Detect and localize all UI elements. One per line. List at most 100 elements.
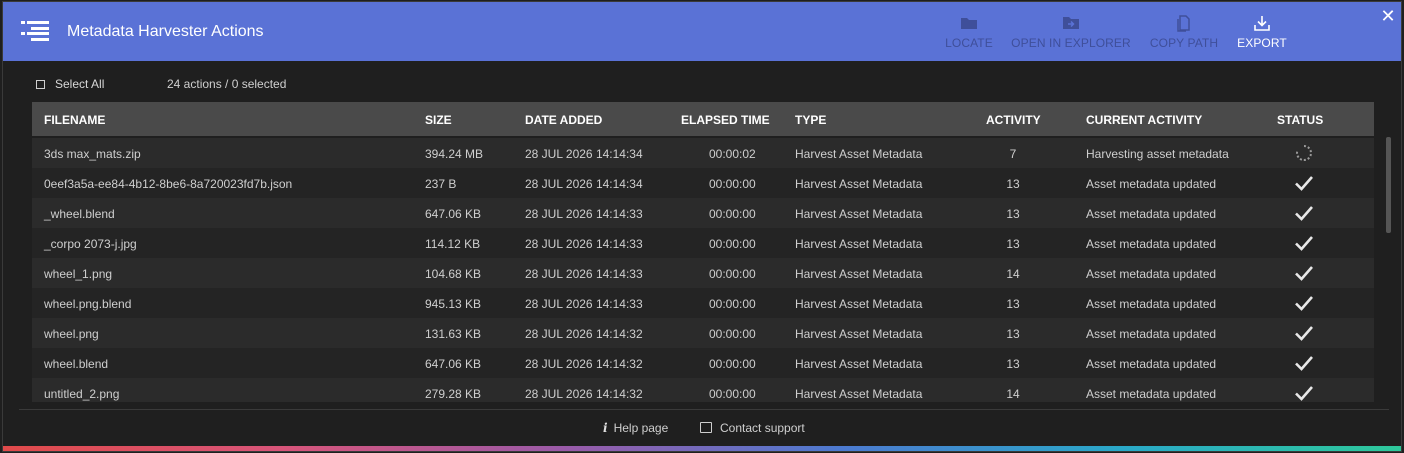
download-icon [1254, 16, 1270, 31]
accent-gradient-bar [3, 446, 1401, 451]
cell-date-added: 28 JUL 2026 14:14:34 [525, 147, 643, 161]
close-icon[interactable]: ✕ [1379, 6, 1397, 26]
cell-size: 647.06 KB [425, 357, 482, 371]
cell-elapsed-time: 00:00:00 [709, 177, 756, 191]
help-page-label: Help page [613, 421, 669, 435]
cell-type: Harvest Asset Metadata [795, 387, 923, 401]
column-header-size[interactable]: SIZE [425, 113, 452, 127]
cell-filename: _wheel.blend [44, 207, 115, 221]
table-row[interactable]: 0eef3a5a-ee84-4b12-8be6-8a720023fd7b.jso… [32, 168, 1374, 198]
table-row[interactable]: wheel.png.blend 945.13 KB 28 JUL 2026 14:1… [32, 288, 1374, 318]
cell-elapsed-time: 00:00:00 [709, 357, 756, 371]
copy-path-button[interactable]: COPY PATH [1149, 14, 1219, 54]
open-in-explorer-button[interactable]: OPEN IN EXPLORER [1011, 14, 1131, 54]
cell-filename: wheel.png [44, 327, 99, 341]
checkmark-icon [1295, 206, 1313, 221]
cell-activity: 14 [1006, 267, 1020, 281]
checkmark-icon [1295, 356, 1313, 371]
locate-button[interactable]: LOCATE [944, 14, 994, 54]
select-all-checkbox[interactable] [36, 80, 45, 89]
cell-size: 114.12 KB [425, 237, 481, 251]
title-bar: Metadata Harvester Actions LOCATE OPEN I… [3, 2, 1401, 61]
cell-current-activity: Asset metadata updated [1086, 237, 1217, 251]
copy-path-label: COPY PATH [1149, 36, 1219, 50]
contact-support-link[interactable]: Contact support [700, 421, 805, 435]
cell-date-added: 28 JUL 2026 14:14:32 [525, 387, 643, 401]
footer-divider [19, 409, 1389, 410]
cell-elapsed-time: 00:00:00 [709, 297, 756, 311]
cell-current-activity: Asset metadata updated [1086, 177, 1217, 191]
table-row[interactable]: wheel.png 131.63 KB 28 JUL 2026 14:14:32 00… [32, 318, 1374, 348]
column-header-status[interactable]: STATUS [1277, 113, 1323, 127]
column-header-date-added[interactable]: DATE ADDED [525, 113, 602, 127]
list-menu-icon[interactable] [21, 19, 49, 45]
cell-activity: 7 [1009, 147, 1017, 161]
cell-date-added: 28 JUL 2026 14:14:33 [525, 297, 643, 311]
column-header-current-activity[interactable]: CURRENT ACTIVITY [1086, 113, 1202, 127]
column-header-activity[interactable]: ACTIVITY [986, 113, 1041, 127]
checkmark-icon [1295, 266, 1313, 281]
folder-icon [961, 18, 977, 29]
select-all-label[interactable]: Select All [55, 77, 104, 91]
cell-type: Harvest Asset Metadata [795, 297, 923, 311]
export-button[interactable]: EXPORT [1236, 14, 1288, 54]
column-header-filename[interactable]: FILENAME [44, 113, 105, 127]
selection-count: 24 actions / 0 selected [167, 77, 287, 91]
cell-activity: 13 [1006, 327, 1020, 341]
vertical-scrollbar[interactable] [1386, 137, 1391, 233]
checkmark-icon [1295, 296, 1313, 311]
table-row[interactable]: wheel.blend 647.06 KB 28 JUL 2026 14:14:32… [32, 348, 1374, 378]
cell-elapsed-time: 00:00:00 [709, 267, 756, 281]
cell-filename: untitled_2.png [44, 387, 120, 401]
column-header-type[interactable]: TYPE [795, 113, 826, 127]
copy-file-icon [1177, 15, 1190, 32]
actions-table: FILENAME SIZE DATE ADDED ELAPSED TIME TY… [32, 102, 1374, 402]
cell-activity: 13 [1006, 177, 1020, 191]
cell-type: Harvest Asset Metadata [795, 357, 923, 371]
cell-size: 279.28 KB [425, 387, 482, 401]
cell-type: Harvest Asset Metadata [795, 147, 923, 161]
cell-filename: 3ds max_mats.zip [44, 147, 141, 161]
cell-elapsed-time: 00:00:02 [709, 147, 756, 161]
cell-date-added: 28 JUL 2026 14:14:32 [525, 327, 643, 341]
cell-elapsed-time: 00:00:00 [709, 327, 756, 341]
checkmark-icon [1295, 326, 1313, 341]
cell-current-activity: Asset metadata updated [1086, 357, 1217, 371]
cell-elapsed-time: 00:00:00 [709, 387, 756, 401]
cell-activity: 13 [1006, 297, 1020, 311]
cell-activity: 13 [1006, 357, 1020, 371]
cell-size: 104.68 KB [425, 267, 482, 281]
table-row[interactable]: _wheel.blend 647.06 KB 28 JUL 2026 14:14:3… [32, 198, 1374, 228]
cell-size: 237 B [425, 177, 457, 191]
folder-open-arrow-icon [1063, 17, 1079, 29]
table-row[interactable]: wheel_1.png 104.68 KB 28 JUL 2026 14:14:33… [32, 258, 1374, 288]
open-in-explorer-label: OPEN IN EXPLORER [1011, 36, 1131, 50]
cell-current-activity: Asset metadata updated [1086, 297, 1217, 311]
cell-elapsed-time: 00:00:00 [709, 237, 756, 251]
cell-date-added: 28 JUL 2026 14:14:33 [525, 237, 643, 251]
table-row[interactable]: _corpo 2073-j.jpg 114.12 KB 28 JUL 2026 14… [32, 228, 1374, 258]
checkmark-icon [1295, 386, 1313, 401]
export-label: EXPORT [1237, 36, 1287, 50]
table-row[interactable]: untitled_2.png 279.28 KB 28 JUL 2026 14:14… [32, 378, 1374, 402]
cell-current-activity: Asset metadata updated [1086, 267, 1217, 281]
locate-label: LOCATE [945, 36, 993, 50]
cell-filename: wheel.blend [44, 357, 109, 371]
cell-date-added: 28 JUL 2026 14:14:33 [525, 207, 643, 221]
metadata-harvester-window: Metadata Harvester Actions LOCATE OPEN I… [2, 1, 1402, 452]
cell-filename: wheel.png.blend [44, 297, 132, 311]
cell-type: Harvest Asset Metadata [795, 177, 923, 191]
column-header-elapsed-time[interactable]: ELAPSED TIME [681, 113, 770, 127]
cell-activity: 13 [1006, 237, 1020, 251]
cell-current-activity: Asset metadata updated [1086, 327, 1217, 341]
spinner-icon [1296, 145, 1312, 161]
cell-current-activity: Asset metadata updated [1086, 207, 1217, 221]
help-page-link[interactable]: i Help page [603, 421, 668, 435]
cell-size: 131.63 KB [425, 327, 482, 341]
cell-filename: wheel_1.png [44, 267, 113, 281]
table-header: FILENAME SIZE DATE ADDED ELAPSED TIME TY… [32, 102, 1374, 136]
cell-activity: 13 [1006, 207, 1020, 221]
cell-type: Harvest Asset Metadata [795, 327, 923, 341]
cell-type: Harvest Asset Metadata [795, 207, 923, 221]
table-row[interactable]: 3ds max_mats.zip 394.24 MB 28 JUL 2026 14:… [32, 138, 1374, 168]
